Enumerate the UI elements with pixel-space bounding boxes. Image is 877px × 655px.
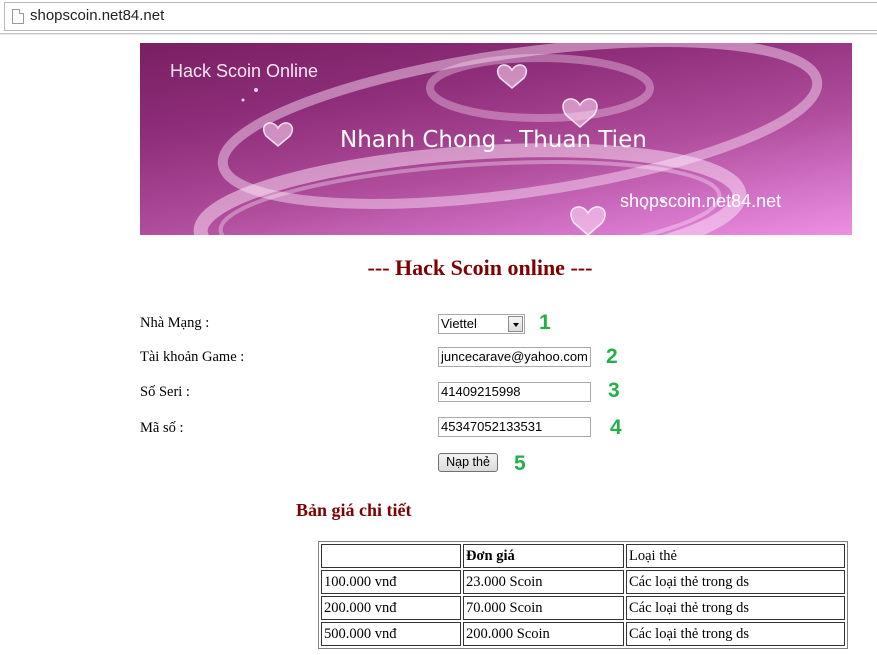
scoin-cell: 70.000 Scoin <box>463 596 624 620</box>
step-number-1: 1 <box>539 311 551 334</box>
network-label: Nhà Mạng : <box>140 315 210 331</box>
scoin-cell: 23.000 Scoin <box>463 570 624 594</box>
card-type-cell: Các loại thẻ trong ds <box>626 570 845 594</box>
account-label: Tài khoản Game : <box>140 349 245 365</box>
code-label: Mã số : <box>140 420 184 436</box>
serial-label: Số Seri : <box>140 384 190 400</box>
chevron-down-icon[interactable] <box>508 316 523 332</box>
table-row: 500.000 vnđ 200.000 Scoin Các loại thẻ t… <box>321 622 845 646</box>
price-cell: 500.000 vnđ <box>321 622 461 646</box>
pricing-table: Đơn giá Loại thẻ 100.000 vnđ 23.000 Scoi… <box>318 541 848 649</box>
step-number-2: 2 <box>606 345 618 368</box>
card-type-cell: Các loại thẻ trong ds <box>626 596 845 620</box>
url-field[interactable]: shopscoin.net84.net <box>4 2 877 31</box>
banner-slogan: Nhanh Chong - Thuan Tien <box>340 127 647 153</box>
header-cell <box>321 544 461 568</box>
banner-title: Hack Scoin Online <box>170 61 319 81</box>
serial-input[interactable]: 41409215998 <box>438 382 591 402</box>
header-cell: Đơn giá <box>463 544 624 568</box>
network-select[interactable]: Viettel <box>438 314 525 334</box>
page-title: --- Hack Scoin online --- <box>367 255 593 280</box>
step-number-5: 5 <box>514 452 526 475</box>
network-select-value: Viettel <box>441 316 477 331</box>
price-cell: 100.000 vnđ <box>321 570 461 594</box>
step-number-3: 3 <box>608 379 620 402</box>
table-row: 100.000 vnđ 23.000 Scoin Các loại thẻ tr… <box>321 570 845 594</box>
card-type-cell: Các loại thẻ trong ds <box>626 622 845 646</box>
pricing-title: Bản giá chi tiết <box>296 500 412 520</box>
step-number-4: 4 <box>610 416 622 439</box>
banner-site: shopscoin.net84.net <box>620 191 782 211</box>
url-text[interactable]: shopscoin.net84.net <box>30 7 164 24</box>
header-cell: Loại thẻ <box>626 544 845 568</box>
scoin-cell: 200.000 Scoin <box>463 622 624 646</box>
submit-button[interactable]: Nạp thẻ <box>438 453 498 472</box>
price-cell: 200.000 vnđ <box>321 596 461 620</box>
table-row: 200.000 vnđ 70.000 Scoin Các loại thẻ tr… <box>321 596 845 620</box>
account-input[interactable]: juncecarave@yahoo.com <box>438 347 591 367</box>
page-icon <box>12 9 24 24</box>
header-banner: Hack Scoin Online Nhanh Chong - Thuan Ti… <box>140 43 852 235</box>
code-input[interactable]: 45347052133531 <box>438 417 591 437</box>
address-bar[interactable]: shopscoin.net84.net <box>0 0 877 34</box>
table-header-row: Đơn giá Loại thẻ <box>321 544 845 568</box>
